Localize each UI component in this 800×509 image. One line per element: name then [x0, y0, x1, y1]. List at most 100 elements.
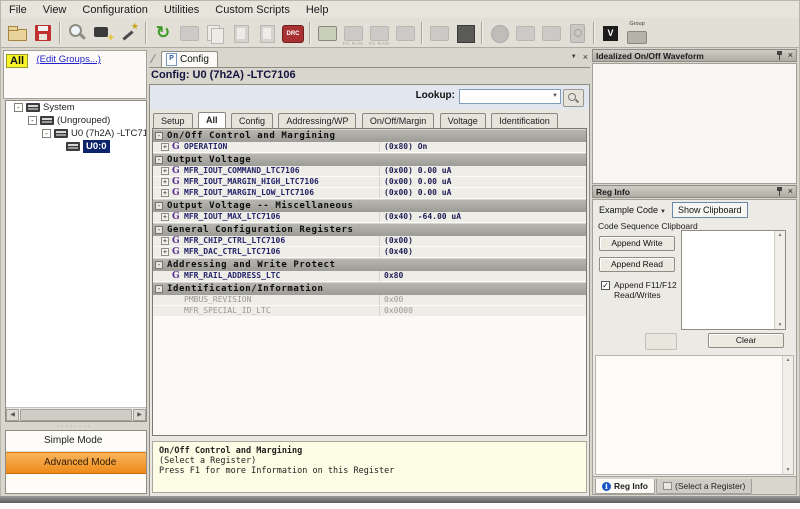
edit-groups-link[interactable]: (Edit Groups...) [37, 54, 101, 65]
pin-icon[interactable] [776, 51, 783, 60]
section-header[interactable]: - Output Voltage [153, 153, 586, 166]
register-row[interactable]: + G MFR_IOUT_MARGIN_LOW_LTC7106 (0x00) 0… [153, 188, 586, 199]
filter-all-badge[interactable]: All [6, 54, 28, 68]
close-icon[interactable]: × [788, 187, 793, 196]
find-icon[interactable] [65, 21, 89, 45]
append-read-button[interactable]: Append Read [599, 257, 675, 272]
save-icon[interactable] [31, 21, 55, 45]
go-online-icon[interactable]: ↻ [151, 21, 175, 45]
tree-item-rail-selected[interactable]: U0:0 [6, 140, 146, 153]
expand-icon[interactable]: + [161, 167, 169, 175]
go-offline-icon[interactable] [177, 21, 201, 45]
scroll-up-icon[interactable]: ▲ [775, 232, 785, 238]
register-value[interactable]: (0x80) On [379, 142, 586, 152]
register-value[interactable]: (0x00) 0.00 uA [379, 177, 586, 187]
collapse-icon[interactable]: - [28, 116, 37, 125]
register-row[interactable]: + G MFR_DAC_CTRL_LTC7106 (0x40) [153, 247, 586, 258]
scroll-down-icon[interactable]: ▼ [775, 322, 785, 328]
register-row[interactable]: + G MFR_CHIP_CTRL_LTC7106 (0x00) [153, 236, 586, 247]
example-code-dropdown[interactable]: Example Code▼ [595, 203, 670, 217]
menu-custom-scripts[interactable]: Custom Scripts [207, 2, 298, 18]
lookup-combobox[interactable]: ▼ [459, 89, 561, 104]
tab-config-document[interactable]: P Config [161, 51, 218, 67]
add-device-icon[interactable]: + [91, 21, 115, 45]
ram-to-nvm-icon[interactable] [513, 21, 537, 45]
advanced-mode-button[interactable]: Advanced Mode [6, 452, 146, 474]
collapse-icon[interactable]: - [155, 202, 163, 210]
reg-info-scrollbar[interactable]: ▲ ▼ [782, 356, 793, 474]
scroll-up-icon[interactable]: ▲ [783, 357, 793, 363]
register-row[interactable]: + G MFR_IOUT_MARGIN_HIGH_LTC7106 (0x00) … [153, 177, 586, 188]
scroll-down-icon[interactable]: ▼ [783, 467, 793, 473]
tab-on-off-margin[interactable]: On/Off/Margin [362, 113, 434, 128]
simple-mode-button[interactable]: Simple Mode [6, 431, 146, 452]
tree-item-system[interactable]: - System [6, 101, 146, 114]
append-write-button[interactable]: Append Write [599, 236, 675, 251]
collapse-icon[interactable]: - [155, 132, 163, 140]
clipboard-textarea[interactable]: ▲ ▼ [681, 230, 786, 330]
tab-voltage[interactable]: Voltage [440, 113, 486, 128]
go-config-icon[interactable] [315, 21, 339, 45]
chevron-down-icon[interactable]: ▼ [552, 93, 558, 99]
scroll-thumb[interactable] [20, 409, 132, 421]
config-chip-icon[interactable] [427, 21, 451, 45]
register-row[interactable]: + G OPERATION (0x80) On [153, 142, 586, 153]
expand-icon[interactable]: + [161, 213, 169, 221]
dock-menu-icon[interactable]: ▼ [571, 52, 577, 63]
menu-configuration[interactable]: Configuration [74, 2, 155, 18]
register-value[interactable]: 0x80 [379, 271, 586, 281]
nvm-to-ram-icon[interactable] [539, 21, 563, 45]
clear-button[interactable]: Clear [708, 333, 784, 348]
expand-icon[interactable]: + [161, 189, 169, 197]
collapse-icon[interactable]: - [155, 285, 163, 293]
tab-reg-info[interactable]: i Reg Info [595, 479, 655, 494]
ram-to-pc-icon[interactable]: PC RAM [367, 21, 391, 45]
section-header[interactable]: - Output Voltage -- Miscellaneous [153, 199, 586, 212]
expand-icon[interactable]: + [161, 143, 169, 151]
register-row[interactable]: + G MFR_IOUT_MAX_LTC7106 (0x40) -64.00 u… [153, 212, 586, 223]
tree-horizontal-scrollbar[interactable]: ◀ ▶ [6, 407, 146, 421]
expand-icon[interactable]: + [161, 237, 169, 245]
register-value[interactable]: (0x40) -64.00 uA [379, 212, 586, 222]
tab-addressing-wp[interactable]: Addressing/WP [278, 113, 356, 128]
wizard-icon[interactable]: ★ [117, 21, 141, 45]
open-file-icon[interactable] [5, 21, 29, 45]
ram-sync-icon[interactable] [393, 21, 417, 45]
copy-icon[interactable] [203, 21, 227, 45]
checkbox-checked-icon[interactable]: ✓ [601, 281, 610, 290]
menu-utilities[interactable]: Utilities [156, 2, 207, 18]
scroll-right-icon[interactable]: ▶ [133, 409, 146, 421]
register-value[interactable]: (0x00) 0.00 uA [379, 166, 586, 176]
menu-help[interactable]: Help [298, 2, 337, 18]
section-header[interactable]: - On/Off Control and Margining [153, 129, 586, 142]
register-row[interactable]: + G MFR_SPECIAL_ID_LTC 0x0000 [153, 306, 586, 317]
paste-special-icon[interactable] [255, 21, 279, 45]
menu-view[interactable]: View [35, 2, 75, 18]
tree-item-device-u0[interactable]: - U0 (7h2A) -LTC7106 [6, 127, 146, 140]
register-value[interactable]: (0x00) 0.00 uA [379, 188, 586, 198]
pc-to-ram-icon[interactable]: PC RAM [341, 21, 365, 45]
register-value[interactable]: (0x40) [379, 247, 586, 257]
register-row[interactable]: + G MFR_RAIL_ADDRESS_LTC 0x80 [153, 271, 586, 282]
verify-icon[interactable]: V [599, 21, 623, 45]
collapse-icon[interactable]: - [155, 156, 163, 164]
register-row[interactable]: + G PMBUS_REVISION 0x00 [153, 295, 586, 306]
collapse-icon[interactable]: - [155, 226, 163, 234]
scroll-left-icon[interactable]: ◀ [6, 409, 19, 421]
collapse-icon[interactable]: - [155, 261, 163, 269]
section-header[interactable]: - General Configuration Registers [153, 223, 586, 236]
osd-badge-icon[interactable] [487, 21, 511, 45]
close-icon[interactable]: × [788, 51, 793, 60]
section-header[interactable]: - Addressing and Write Protect [153, 258, 586, 271]
close-document-icon[interactable]: × [583, 52, 588, 63]
collapse-icon[interactable]: - [42, 129, 51, 138]
clipboard-scrollbar[interactable]: ▲ ▼ [774, 231, 785, 329]
menu-file[interactable]: File [1, 2, 35, 18]
expand-icon[interactable]: + [161, 178, 169, 186]
paste-icon[interactable] [229, 21, 253, 45]
pin-icon[interactable] [776, 187, 783, 196]
store-nvm-icon[interactable] [565, 21, 589, 45]
tab-select-a-register[interactable]: (Select a Register) [656, 479, 752, 494]
drc-check-icon[interactable]: DRC [281, 21, 305, 45]
append-f11-f12-option[interactable]: ✓ Append F11/F12 Read/Writes [601, 280, 677, 300]
